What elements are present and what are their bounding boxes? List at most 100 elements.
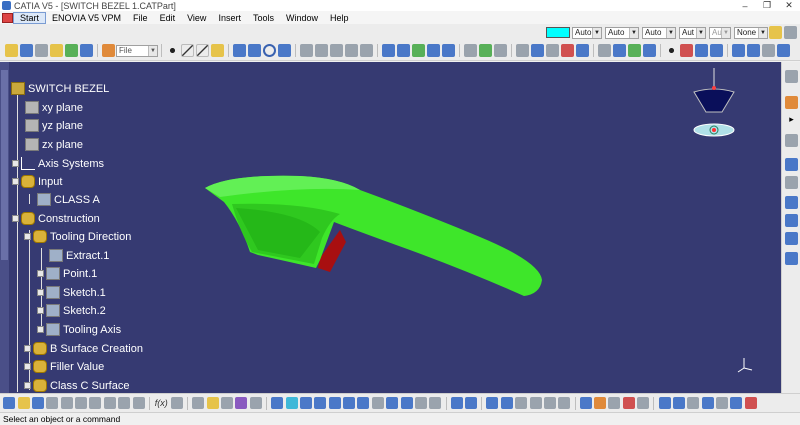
restore-button[interactable]: ❐	[756, 0, 778, 11]
undo-icon[interactable]	[103, 397, 116, 409]
compass-icon[interactable]	[688, 68, 738, 142]
rules-icon[interactable]	[249, 397, 262, 409]
tree-node[interactable]: Construction	[12, 212, 100, 225]
distance-analysis-icon[interactable]	[672, 397, 685, 409]
layer-auto-select[interactable]: Aut ▼	[709, 26, 731, 39]
tree-node[interactable]: B Surface Creation	[24, 342, 143, 355]
snap-icon[interactable]	[515, 397, 528, 409]
expand-toggle[interactable]	[24, 382, 31, 389]
axis-line-icon[interactable]	[196, 44, 209, 57]
expand-toggle[interactable]	[37, 289, 44, 296]
snap-point-icon[interactable]	[665, 44, 678, 57]
split-icon[interactable]	[397, 44, 410, 57]
connect-icon[interactable]	[561, 44, 574, 57]
catalog-icon[interactable]	[785, 252, 798, 265]
work-on-support-icon[interactable]	[500, 397, 513, 409]
translate-icon[interactable]	[479, 44, 492, 57]
rotate-view-icon[interactable]	[314, 397, 327, 409]
tree-node[interactable]: CLASS A	[37, 193, 100, 206]
plane-icon[interactable]	[211, 44, 224, 57]
scan-icon[interactable]	[785, 158, 798, 171]
update-icon[interactable]	[450, 397, 463, 409]
menu-enovia[interactable]: ENOVIA V5 VPM	[46, 13, 127, 23]
thickness-select[interactable]: Auto ▼	[642, 26, 676, 39]
expand-toggle[interactable]	[24, 345, 31, 352]
normal-view-icon[interactable]	[357, 397, 370, 409]
render-icon[interactable]	[777, 44, 790, 57]
menu-insert[interactable]: Insert	[212, 13, 247, 23]
sketcher-icon[interactable]	[5, 44, 18, 57]
offset-icon[interactable]	[613, 44, 626, 57]
hide-show-icon[interactable]	[414, 397, 427, 409]
minimize-button[interactable]: –	[734, 1, 756, 11]
swap-visible-icon[interactable]	[747, 44, 760, 57]
positioned-sketch-icon[interactable]	[35, 44, 48, 57]
shading-icon[interactable]	[400, 397, 413, 409]
draft-analysis-icon[interactable]	[622, 397, 635, 409]
create-multiview-icon[interactable]	[371, 397, 384, 409]
blend-icon[interactable]	[360, 44, 373, 57]
transparency-select[interactable]: Auto ▼	[572, 26, 602, 39]
tools-icon[interactable]	[785, 176, 798, 189]
fill-icon[interactable]	[345, 44, 358, 57]
expand-toggle[interactable]	[12, 160, 19, 167]
menu-tools[interactable]: Tools	[247, 13, 280, 23]
zoom-in-icon[interactable]	[328, 397, 341, 409]
menu-view[interactable]: View	[181, 13, 212, 23]
start-icon[interactable]	[2, 12, 13, 23]
copy-icon[interactable]	[75, 397, 88, 409]
painter-icon[interactable]	[769, 26, 782, 39]
light-icon[interactable]	[206, 397, 219, 409]
measure-icon[interactable]	[785, 134, 798, 147]
menu-file[interactable]: File	[127, 13, 154, 23]
constraint-icon[interactable]	[65, 44, 78, 57]
fly-mode-icon[interactable]	[271, 397, 284, 409]
tree-node[interactable]: Extract.1	[49, 249, 109, 262]
sweep-icon[interactable]	[330, 44, 343, 57]
catalog-browser-icon[interactable]	[221, 397, 234, 409]
knowledge-advisor-icon[interactable]	[235, 397, 248, 409]
axis-system-icon[interactable]	[486, 397, 499, 409]
sketch-tools-icon[interactable]	[785, 70, 798, 83]
measure-between-icon[interactable]	[579, 397, 592, 409]
what-is-this-icon[interactable]	[132, 397, 145, 409]
surface-icon[interactable]	[643, 44, 656, 57]
law-icon[interactable]	[531, 44, 544, 57]
multi-section-icon[interactable]	[628, 44, 641, 57]
expand-toggle[interactable]	[12, 178, 19, 185]
wireframe-icon[interactable]	[546, 44, 559, 57]
cut-icon[interactable]	[60, 397, 73, 409]
select-icon[interactable]	[785, 96, 798, 109]
new-icon[interactable]	[3, 397, 16, 409]
expand-toggle[interactable]	[24, 233, 31, 240]
3d-viewport[interactable]: SWITCH BEZEL xy plane yz plane zx plane …	[0, 62, 781, 393]
inertia-icon[interactable]	[608, 397, 621, 409]
apply-material-icon[interactable]	[785, 196, 798, 209]
porcupine-icon[interactable]	[687, 397, 700, 409]
line-icon[interactable]	[181, 44, 194, 57]
formula-button[interactable]: f(x)	[155, 398, 168, 408]
extrapolate-icon[interactable]	[516, 44, 529, 57]
hide-show-icon[interactable]	[732, 44, 745, 57]
tree-node[interactable]: Sketch.1	[37, 286, 106, 299]
tree-node[interactable]: zx plane	[25, 138, 83, 151]
extrude-icon[interactable]	[300, 44, 313, 57]
save-icon[interactable]	[31, 397, 44, 409]
parallel-icon[interactable]	[762, 44, 775, 57]
properties-icon[interactable]	[784, 26, 797, 39]
sketch-analysis-icon[interactable]	[50, 44, 63, 57]
environment-icon[interactable]	[730, 397, 743, 409]
fillet-icon[interactable]	[464, 44, 477, 57]
fit-all-icon[interactable]	[285, 397, 298, 409]
open-sketch-icon[interactable]	[20, 44, 33, 57]
tree-node[interactable]: Tooling Direction	[24, 230, 131, 243]
expand-toggle[interactable]	[24, 363, 31, 370]
reflection-icon[interactable]	[701, 397, 714, 409]
point-icon[interactable]	[166, 44, 179, 57]
menu-window[interactable]: Window	[280, 13, 324, 23]
curve-smooth-icon[interactable]	[695, 44, 708, 57]
tree-node[interactable]: Axis Systems	[12, 157, 104, 170]
tree-root-node[interactable]: SWITCH BEZEL	[11, 82, 109, 95]
expand-toggle[interactable]	[37, 270, 44, 277]
file-select[interactable]: File ▼	[116, 44, 158, 57]
